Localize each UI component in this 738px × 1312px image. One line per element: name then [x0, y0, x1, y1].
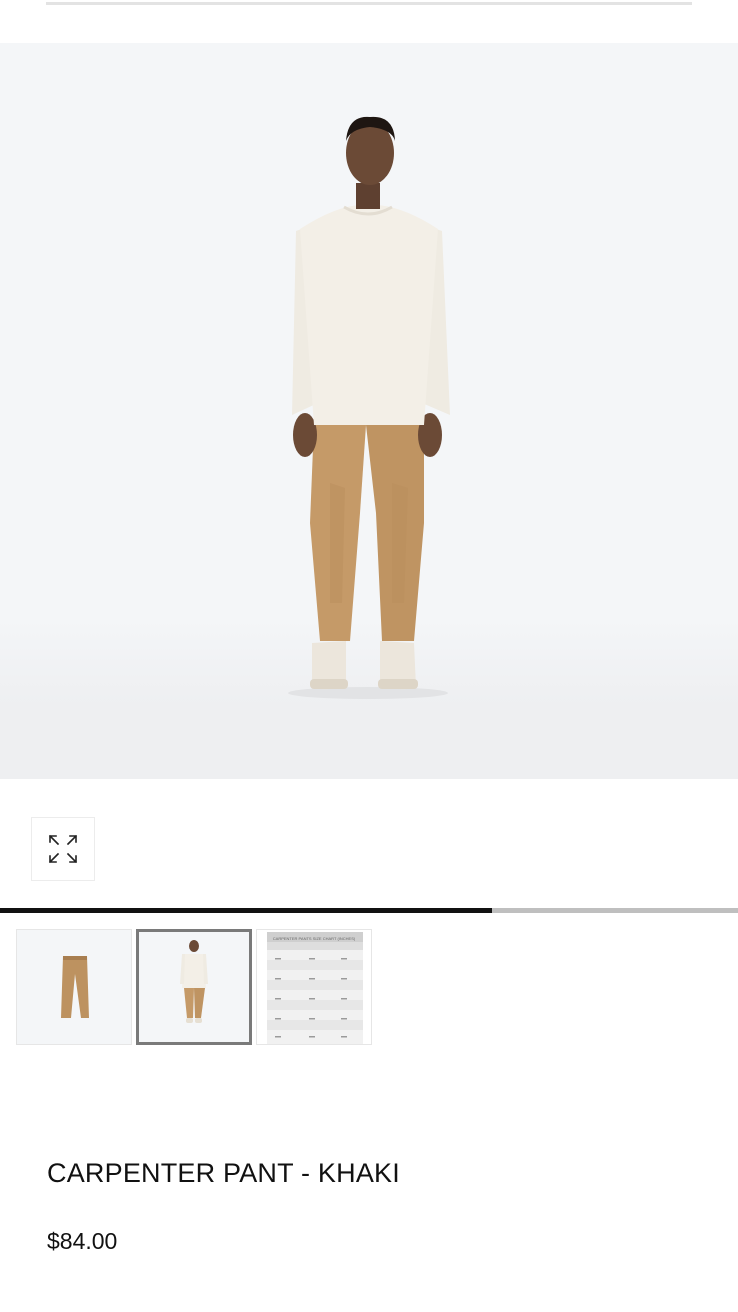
thumbnail-model-front[interactable]: [136, 929, 252, 1045]
fullscreen-button[interactable]: [31, 817, 95, 881]
thumbnail-pant-flat[interactable]: [16, 929, 132, 1045]
product-page: CARPENTER PANTS SIZE CHART (INCHES) CARP…: [0, 0, 738, 1312]
size-chart-image: [267, 932, 363, 1044]
product-title: CARPENTER PANT - KHAKI: [47, 1158, 400, 1188]
product-main-image[interactable]: [0, 43, 738, 779]
gallery-progress-fill: [0, 908, 493, 913]
product-price: $84.00: [47, 1228, 118, 1254]
model-front-thumbnail-image: [180, 940, 208, 1023]
gallery-progress-bar: [0, 908, 738, 913]
header-divider: [46, 2, 692, 5]
thumbnail-size-chart[interactable]: CARPENTER PANTS SIZE CHART (INCHES): [256, 929, 372, 1045]
size-chart-caption: CARPENTER PANTS SIZE CHART (INCHES): [272, 936, 356, 941]
model-figure: [288, 116, 450, 699]
pant-flat-image: [61, 956, 89, 1018]
expand-arrows-icon: [48, 834, 78, 864]
